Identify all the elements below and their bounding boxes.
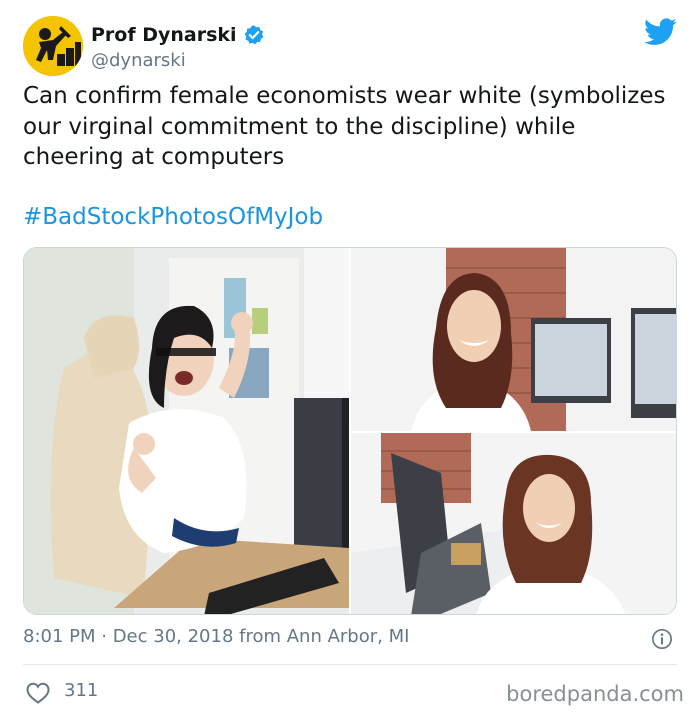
- heart-icon[interactable]: [26, 682, 50, 704]
- photo-woman-smiling-monitors[interactable]: [351, 248, 676, 431]
- photo-woman-smiling-desk-image: [351, 433, 676, 614]
- avatar[interactable]: [23, 16, 83, 76]
- photo-woman-cheering-image: [24, 248, 349, 614]
- twitter-bird-icon[interactable]: [644, 17, 677, 47]
- author-handle[interactable]: @dynarski: [91, 50, 186, 71]
- verified-badge-icon: [244, 25, 263, 45]
- hashtag-link[interactable]: #BadStockPhotosOfMyJob: [23, 202, 323, 232]
- media-grid: [23, 247, 677, 615]
- display-name[interactable]: Prof Dynarski: [91, 24, 237, 46]
- divider: [23, 664, 677, 665]
- author-name-row[interactable]: Prof Dynarski: [91, 22, 265, 48]
- info-icon[interactable]: [651, 628, 673, 650]
- tweet-text: Can confirm female economists wear white…: [23, 83, 666, 170]
- source-watermark: boredpanda.com: [506, 682, 684, 706]
- tweet-timestamp[interactable]: 8:01 PM · Dec 30, 2018 from Ann Arbor, M…: [23, 626, 409, 647]
- tweet-card: Prof Dynarski @dynarski Can confirm fema…: [0, 0, 700, 718]
- photo-woman-smiling-monitors-image: [351, 248, 676, 431]
- photo-woman-smiling-desk[interactable]: [351, 433, 676, 614]
- photo-woman-cheering[interactable]: [24, 248, 349, 614]
- avatar-construction-worker-icon: [23, 16, 83, 76]
- like-count[interactable]: 311: [64, 680, 98, 701]
